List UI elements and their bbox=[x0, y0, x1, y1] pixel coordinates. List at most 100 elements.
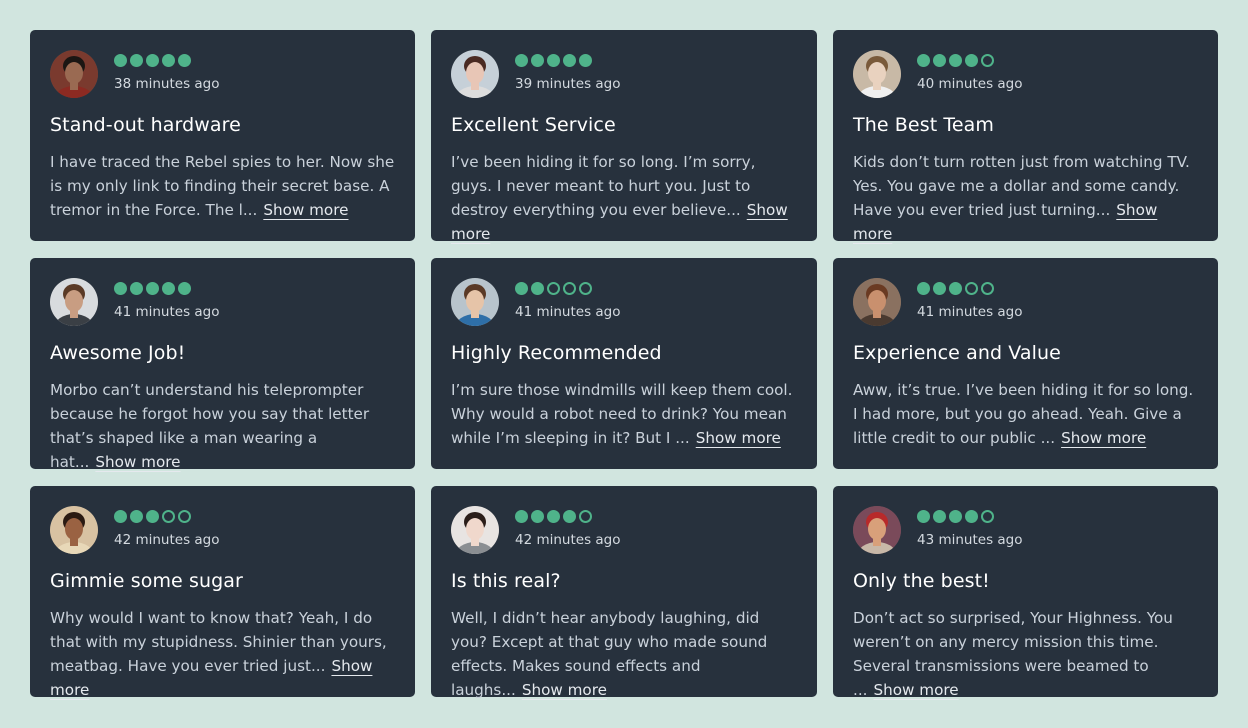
avatar bbox=[451, 506, 499, 554]
avatar bbox=[50, 506, 98, 554]
star-filled-icon bbox=[130, 54, 143, 67]
star-filled-icon bbox=[146, 54, 159, 67]
review-header: 40 minutes ago bbox=[853, 50, 1198, 98]
star-filled-icon bbox=[949, 282, 962, 295]
review-meta: 42 minutes ago bbox=[114, 506, 220, 548]
review-meta: 41 minutes ago bbox=[114, 278, 220, 320]
review-title: Is this real? bbox=[451, 570, 561, 592]
star-filled-icon bbox=[949, 510, 962, 523]
star-filled-icon bbox=[114, 282, 127, 295]
review-body: Kids don’t turn rotten just from watchin… bbox=[853, 150, 1198, 246]
review-time: 43 minutes ago bbox=[917, 532, 1023, 548]
star-filled-icon bbox=[114, 510, 127, 523]
review-header: 41 minutes ago bbox=[50, 278, 395, 326]
review-title: Gimmie some sugar bbox=[50, 570, 243, 592]
avatar bbox=[50, 50, 98, 98]
star-empty-icon bbox=[178, 510, 191, 523]
show-more-link[interactable]: Show more bbox=[696, 429, 781, 447]
review-card: 42 minutes ago Is this real? Well, I did… bbox=[431, 486, 817, 699]
star-filled-icon bbox=[531, 282, 544, 295]
avatar bbox=[853, 278, 901, 326]
star-filled-icon bbox=[547, 510, 560, 523]
star-filled-icon bbox=[949, 54, 962, 67]
review-header: 42 minutes ago bbox=[50, 506, 395, 554]
reviews-grid: 38 minutes ago Stand-out hardware I have… bbox=[30, 30, 1218, 699]
star-filled-icon bbox=[114, 54, 127, 67]
review-header: 43 minutes ago bbox=[853, 506, 1198, 554]
review-meta: 43 minutes ago bbox=[917, 506, 1023, 548]
star-empty-icon bbox=[579, 282, 592, 295]
review-text: I’ve been hiding it for so long. I’m sor… bbox=[451, 153, 756, 219]
star-empty-icon bbox=[981, 282, 994, 295]
star-empty-icon bbox=[547, 282, 560, 295]
show-more-link[interactable]: Show more bbox=[95, 453, 180, 471]
review-meta: 41 minutes ago bbox=[917, 278, 1023, 320]
star-filled-icon bbox=[162, 54, 175, 67]
review-text: Well, I didn’t hear anybody laughing, di… bbox=[451, 609, 768, 699]
review-header: 42 minutes ago bbox=[451, 506, 797, 554]
avatar bbox=[853, 50, 901, 98]
star-filled-icon bbox=[579, 54, 592, 67]
star-empty-icon bbox=[981, 54, 994, 67]
avatar bbox=[853, 506, 901, 554]
star-rating bbox=[515, 282, 621, 299]
star-filled-icon bbox=[917, 510, 930, 523]
review-header: 38 minutes ago bbox=[50, 50, 395, 98]
review-body: Why would I want to know that? Yeah, I d… bbox=[50, 606, 395, 702]
review-meta: 41 minutes ago bbox=[515, 278, 621, 320]
star-filled-icon bbox=[965, 54, 978, 67]
show-more-link[interactable]: Show more bbox=[263, 201, 348, 219]
review-body: Morbo can’t understand his teleprompter … bbox=[50, 378, 395, 474]
review-body: I’m sure those windmills will keep them … bbox=[451, 378, 797, 450]
star-empty-icon bbox=[965, 282, 978, 295]
review-meta: 39 minutes ago bbox=[515, 50, 621, 92]
star-rating bbox=[917, 510, 1023, 527]
show-more-link[interactable]: Show more bbox=[1061, 429, 1146, 447]
star-filled-icon bbox=[531, 510, 544, 523]
star-rating bbox=[515, 510, 621, 527]
star-filled-icon bbox=[917, 54, 930, 67]
review-header: 39 minutes ago bbox=[451, 50, 797, 98]
show-more-link[interactable]: Show more bbox=[522, 681, 607, 699]
star-rating bbox=[114, 54, 220, 71]
star-filled-icon bbox=[515, 510, 528, 523]
star-filled-icon bbox=[531, 54, 544, 67]
review-time: 39 minutes ago bbox=[515, 76, 621, 92]
review-time: 42 minutes ago bbox=[114, 532, 220, 548]
star-empty-icon bbox=[981, 510, 994, 523]
star-filled-icon bbox=[563, 54, 576, 67]
review-body: I’ve been hiding it for so long. I’m sor… bbox=[451, 150, 797, 246]
star-filled-icon bbox=[547, 54, 560, 67]
review-title: Experience and Value bbox=[853, 342, 1061, 364]
review-time: 40 minutes ago bbox=[917, 76, 1023, 92]
avatar bbox=[451, 50, 499, 98]
star-filled-icon bbox=[178, 282, 191, 295]
show-more-link[interactable]: Show more bbox=[873, 681, 958, 699]
avatar bbox=[451, 278, 499, 326]
star-filled-icon bbox=[563, 510, 576, 523]
review-body: I have traced the Rebel spies to her. No… bbox=[50, 150, 395, 222]
review-card: 41 minutes ago Awesome Job! Morbo can’t … bbox=[30, 258, 415, 471]
star-filled-icon bbox=[146, 282, 159, 295]
review-title: Awesome Job! bbox=[50, 342, 186, 364]
star-filled-icon bbox=[162, 282, 175, 295]
review-time: 42 minutes ago bbox=[515, 532, 621, 548]
star-filled-icon bbox=[515, 282, 528, 295]
star-filled-icon bbox=[933, 510, 946, 523]
avatar bbox=[50, 278, 98, 326]
star-filled-icon bbox=[917, 282, 930, 295]
review-title: Highly Recommended bbox=[451, 342, 662, 364]
review-time: 41 minutes ago bbox=[917, 304, 1023, 320]
review-header: 41 minutes ago bbox=[853, 278, 1198, 326]
review-time: 41 minutes ago bbox=[114, 304, 220, 320]
review-title: The Best Team bbox=[853, 114, 995, 136]
review-body: Don’t act so surprised, Your Highness. Y… bbox=[853, 606, 1198, 702]
review-meta: 42 minutes ago bbox=[515, 506, 621, 548]
star-filled-icon bbox=[933, 54, 946, 67]
star-rating bbox=[515, 54, 621, 71]
star-filled-icon bbox=[965, 510, 978, 523]
review-card: 41 minutes ago Experience and Value Aww,… bbox=[833, 258, 1218, 469]
review-title: Stand-out hardware bbox=[50, 114, 241, 136]
star-empty-icon bbox=[579, 510, 592, 523]
review-meta: 38 minutes ago bbox=[114, 50, 220, 92]
